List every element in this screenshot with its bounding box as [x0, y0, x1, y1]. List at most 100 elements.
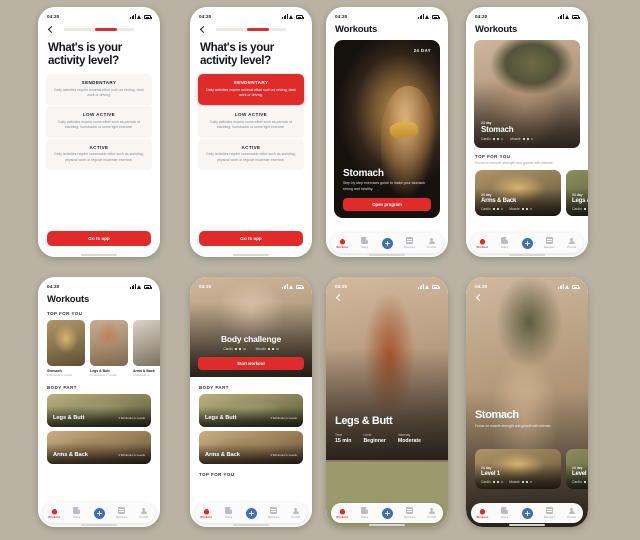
workout-card-arms-back[interactable]: 24 day Arms & Back Cardio Muscle — [475, 170, 561, 217]
card-title: Stomach — [47, 368, 62, 373]
body-card-arms-back[interactable]: Arms & Back 4 Workouts in Levels — [199, 431, 303, 464]
signal-icon — [130, 13, 136, 19]
tab-recipes[interactable]: Recipes — [538, 237, 560, 249]
workout-card-legs-butt[interactable]: 24 day Legs & Butt Cardio — [566, 170, 588, 217]
book-icon — [545, 507, 553, 515]
section-title-body-part: BODY PART — [47, 384, 77, 390]
user-icon — [292, 507, 299, 515]
plus-icon — [381, 507, 393, 519]
tab-add[interactable] — [516, 237, 538, 249]
tab-recipes[interactable]: Recipes — [110, 507, 132, 519]
plus-icon — [93, 507, 105, 519]
home-indicator — [369, 523, 405, 526]
back-icon[interactable] — [199, 26, 206, 33]
level-card-2[interactable]: 24 day Level 2 Cardio — [566, 449, 588, 489]
body-card-legs-butt[interactable]: Legs & Butt 4 Workouts in Levels — [199, 394, 303, 427]
page-title: What's is your activity level? — [200, 41, 274, 67]
wifi-icon — [137, 14, 142, 19]
flame-icon — [50, 506, 58, 515]
mini-card-legs-butt[interactable]: Legs & Butt 14 Workouts in Levels — [90, 320, 128, 377]
tab-profile[interactable]: Profile — [561, 237, 583, 249]
go-to-app-button[interactable]: Go to app — [47, 231, 151, 246]
go-to-app-button[interactable]: Go to app — [199, 231, 303, 246]
tab-profile[interactable]: Profile — [421, 507, 443, 519]
document-icon — [73, 507, 81, 515]
page-title: Workouts — [47, 294, 90, 305]
tab-profile[interactable]: Profile — [133, 507, 155, 519]
promo-card[interactable]: 24 DAY Stomach Step by step exercises gu… — [334, 40, 440, 218]
level-card-1[interactable]: 24 day Level 1 Cardio Muscle — [475, 449, 561, 489]
tab-diary[interactable]: Diary — [217, 507, 239, 519]
tab-diary[interactable]: Diary — [353, 507, 375, 519]
option-low-active[interactable]: LOW ACTIVE Daily activities require some… — [198, 106, 304, 138]
mini-card-arms-back[interactable]: Arms & Back 4 Workouts in — [133, 320, 160, 377]
tab-diary[interactable]: Diary — [353, 237, 375, 249]
tab-profile[interactable]: Profile — [285, 507, 307, 519]
tab-workout[interactable]: Workout — [471, 506, 493, 519]
tab-diary[interactable]: Diary — [493, 237, 515, 249]
card-days: 24 day — [572, 193, 583, 198]
tab-diary[interactable]: Diary — [493, 507, 515, 519]
option-sedentary[interactable]: SENDENTARY Daily activities require mini… — [46, 73, 152, 106]
tab-add[interactable] — [376, 507, 398, 519]
battery-icon — [296, 14, 304, 19]
hero-workout-card[interactable]: 24 day Stomach Cardio Muscle — [474, 40, 580, 148]
tab-workout[interactable]: Workout — [471, 236, 493, 249]
tab-recipes[interactable]: Recipes — [262, 507, 284, 519]
tab-recipes[interactable]: Recipes — [398, 237, 420, 249]
tab-profile[interactable]: Profile — [421, 237, 443, 249]
card-title: Legs & Butt — [572, 198, 588, 205]
tab-add[interactable] — [240, 507, 262, 519]
section-title-body-part: BODY PART — [199, 385, 229, 390]
notch — [366, 7, 408, 16]
tab-recipes[interactable]: Recipes — [398, 507, 420, 519]
option-sedentary[interactable]: SENDENTARY Daily activities require mini… — [198, 73, 304, 106]
open-program-button[interactable]: Open program — [343, 198, 431, 211]
battery-icon — [144, 14, 152, 19]
home-indicator — [509, 523, 545, 526]
document-icon — [361, 507, 369, 515]
tab-profile[interactable]: Profile — [561, 507, 583, 519]
section-title-top-for-you: TOP FOR YOU — [475, 154, 511, 159]
level-muscle-label: Muscle — [509, 480, 520, 484]
body-card-arms-back[interactable]: Arms & Back 4 Workouts in Levels — [47, 430, 151, 464]
tab-workout[interactable]: Workout — [195, 506, 217, 519]
challenge-hero[interactable]: 04:20 Body challenge Cardio Muscle Start… — [190, 277, 312, 377]
tab-bar: Workout Diary Recipes Profile — [471, 233, 583, 253]
option-low-active[interactable]: LOW ACTIVE Daily activities require some… — [46, 106, 152, 138]
tab-diary[interactable]: Diary — [65, 507, 87, 519]
activity-options: SENDENTARY Daily activities require mini… — [190, 73, 312, 171]
tab-workout[interactable]: Workout — [331, 506, 353, 519]
tab-add[interactable] — [376, 237, 398, 249]
user-icon — [568, 507, 575, 515]
plus-icon — [521, 237, 533, 249]
mini-card-stomach[interactable]: Stomach 8 Workouts in Levels — [47, 320, 85, 377]
start-workout-button[interactable]: Start workout — [198, 357, 304, 370]
tab-add[interactable] — [88, 507, 110, 519]
plus-icon — [245, 507, 257, 519]
option-active[interactable]: ACTIVE Daily activities require reasonab… — [46, 138, 152, 171]
card-title: Arms & Back — [133, 368, 155, 373]
option-active[interactable]: ACTIVE Daily activities require reasonab… — [198, 138, 304, 171]
tab-recipes[interactable]: Recipes — [538, 507, 560, 519]
notch — [78, 7, 120, 16]
tab-add[interactable] — [516, 507, 538, 519]
battery-icon — [572, 14, 580, 19]
notch — [230, 277, 272, 286]
flame-icon — [478, 236, 486, 245]
card-subtitle: 14 Workouts in Levels — [90, 373, 117, 377]
phone-workouts-feed: 04:20 Workouts 24 day Stomach Cardio Mus… — [466, 7, 588, 257]
battery-icon — [296, 284, 304, 289]
tab-workout[interactable]: Workout — [331, 236, 353, 249]
flame-icon — [338, 236, 346, 245]
level-cardio-label: Cardio — [481, 480, 491, 484]
battery-icon — [572, 284, 580, 289]
battery-icon — [432, 284, 440, 289]
body-card-legs-butt[interactable]: Legs & Butt 4 Workouts in Levels — [47, 393, 151, 427]
status-time: 04:20 — [199, 283, 212, 289]
user-icon — [428, 237, 435, 245]
tab-workout[interactable]: Workout — [43, 506, 65, 519]
onboarding-progress — [64, 28, 134, 31]
back-icon[interactable] — [47, 26, 54, 33]
card-days: 24 day — [481, 193, 492, 198]
